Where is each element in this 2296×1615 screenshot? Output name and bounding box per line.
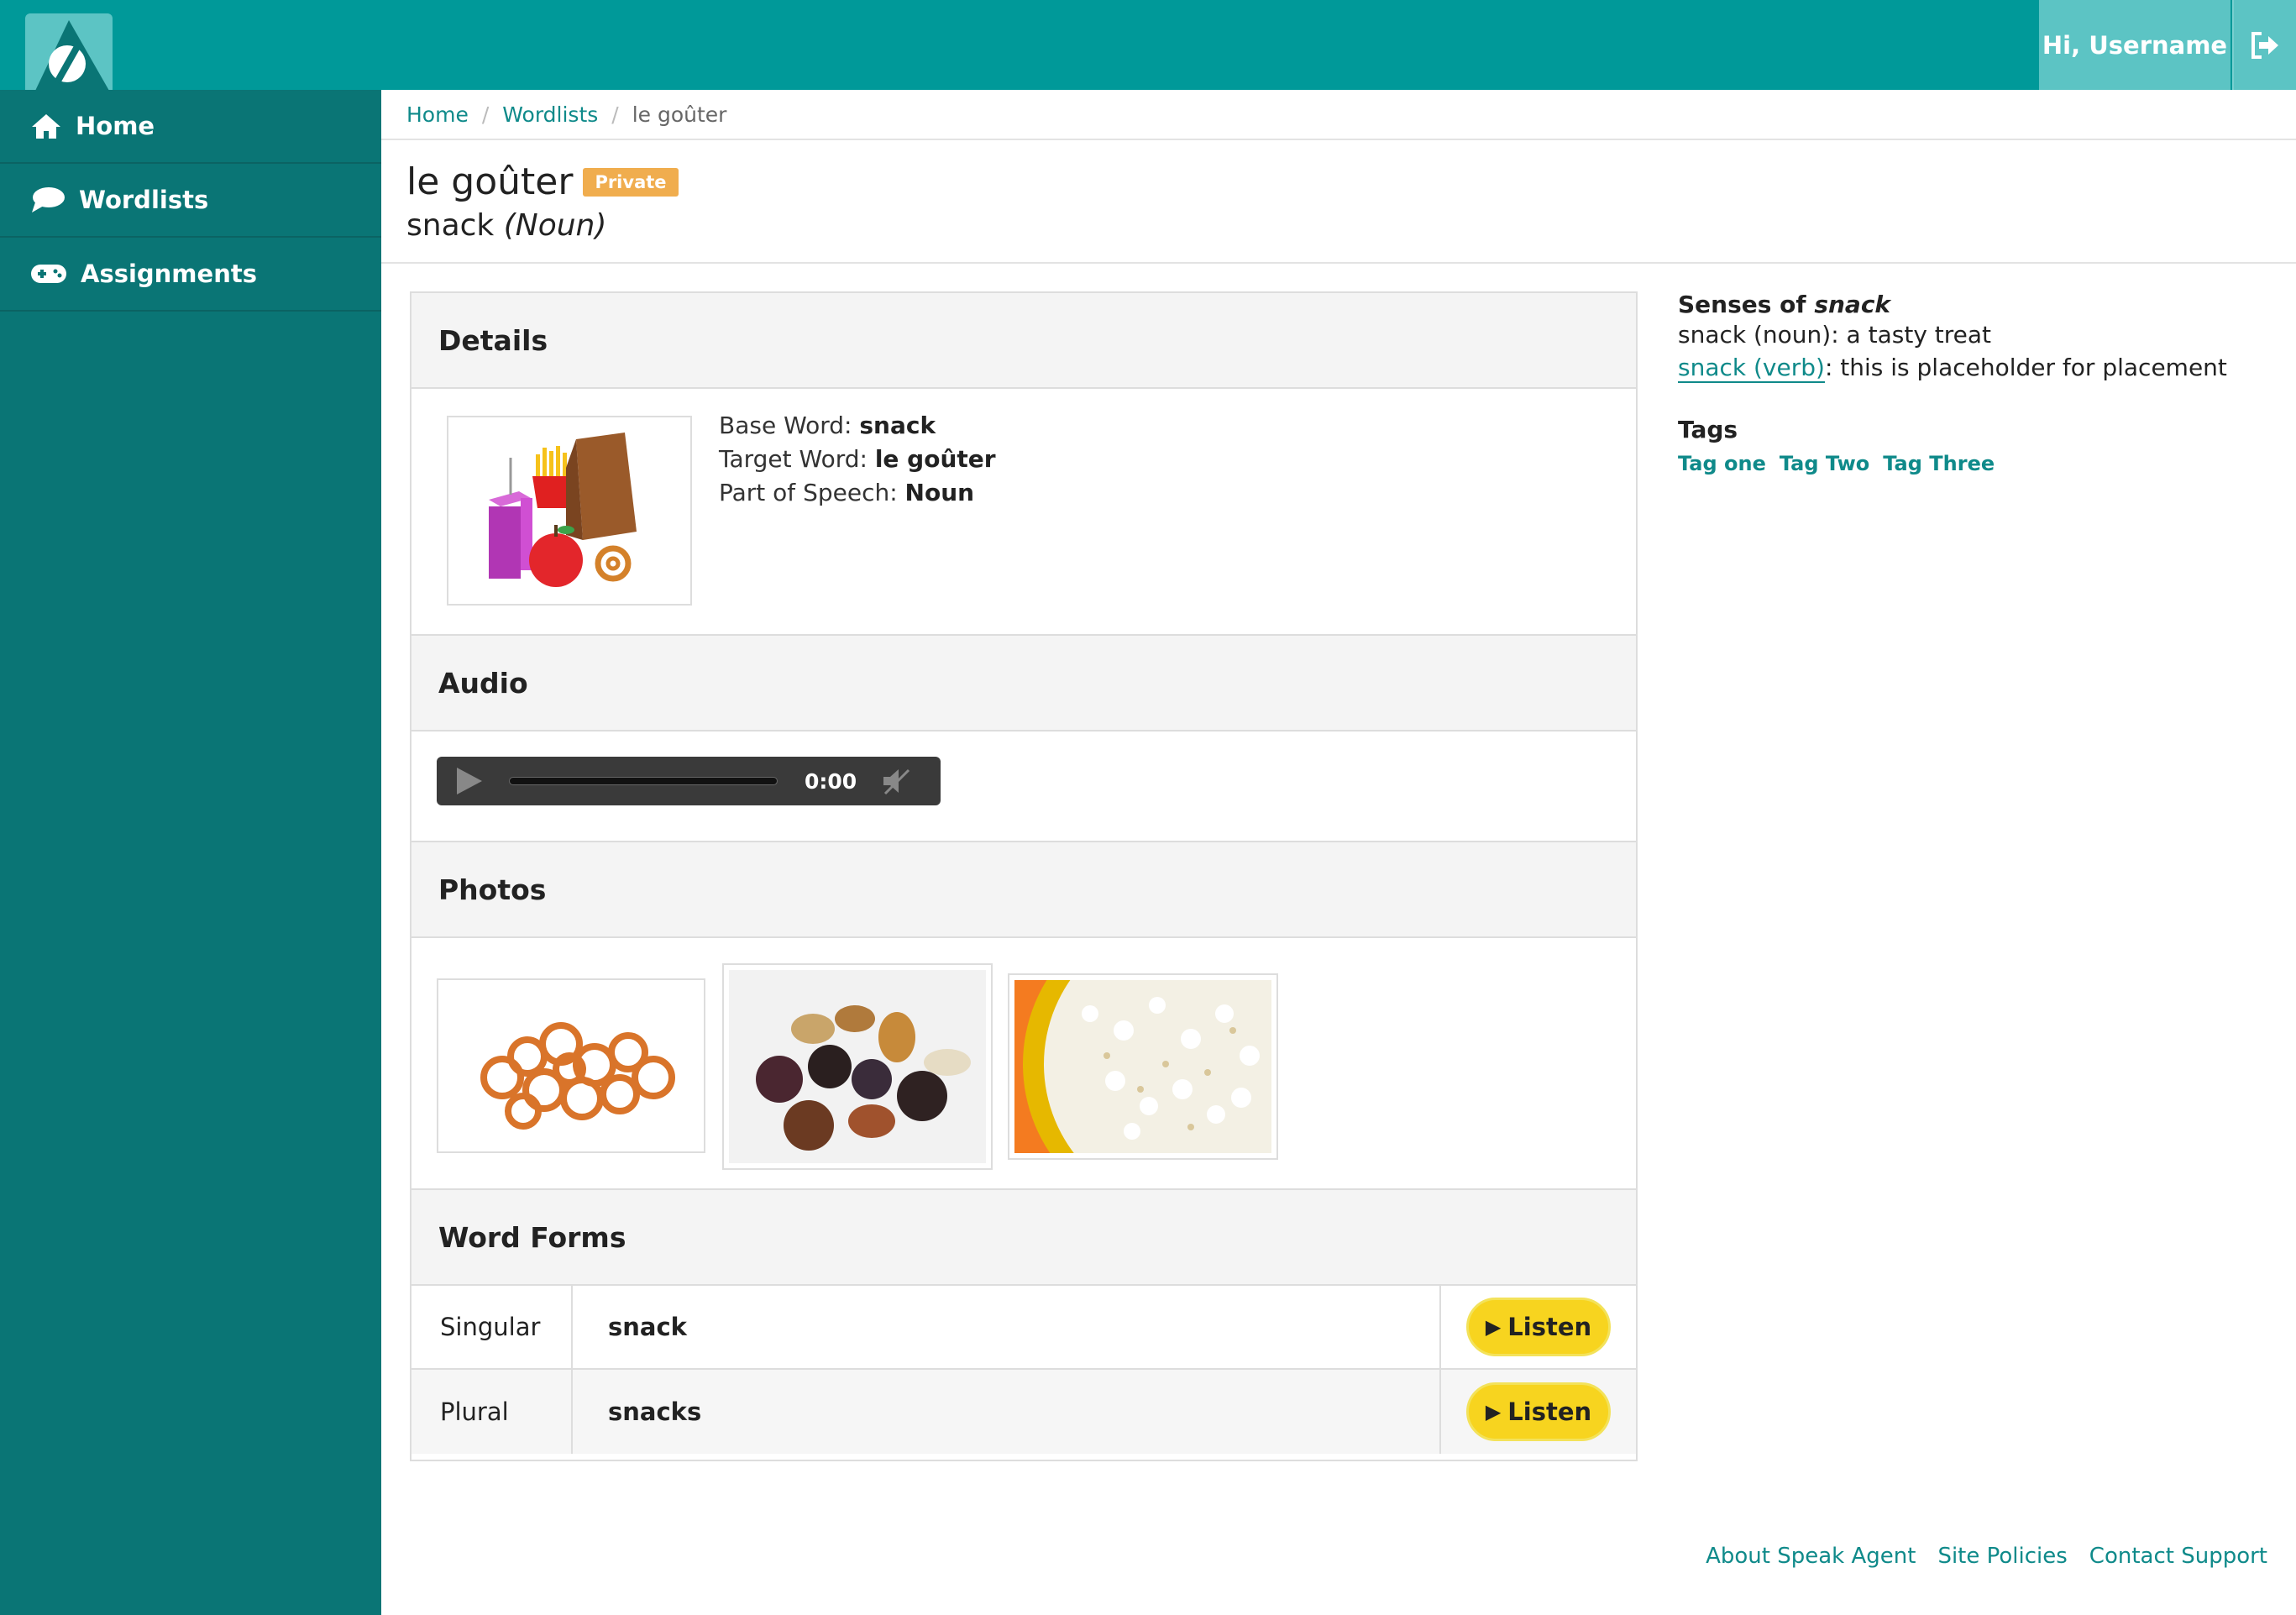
sidebar: Home Wordlists Assignments	[0, 90, 381, 1615]
word-form-value: snack	[573, 1286, 1441, 1368]
sidebar-item-label: Assignments	[81, 260, 257, 288]
word-forms-heading: Word Forms	[438, 1220, 626, 1254]
play-icon: ▶	[1485, 1400, 1502, 1424]
play-icon: ▶	[1485, 1315, 1502, 1339]
table-row: Singular snack ▶ Listen	[411, 1286, 1636, 1370]
base-word-label: Base Word:	[719, 412, 860, 439]
audio-heading: Audio	[438, 666, 528, 700]
top-bar: Hi, Username	[0, 0, 2296, 99]
privacy-badge: Private	[583, 167, 679, 197]
word-form-value: snacks	[573, 1370, 1441, 1454]
senses-heading: Senses of snack	[1678, 291, 2266, 318]
word-form-label: Singular	[411, 1286, 573, 1368]
gamepad-icon	[31, 265, 66, 283]
sense-item: snack (noun): a tasty treat	[1678, 318, 2266, 351]
photo-trail-mix[interactable]	[722, 963, 993, 1170]
listen-button-plural[interactable]: ▶ Listen	[1466, 1382, 1611, 1441]
listen-button-label: Listen	[1507, 1397, 1592, 1426]
target-word-label: Target Word:	[719, 445, 875, 473]
word-detail-panel: Details Base Word: snack Target Word: le…	[410, 291, 1638, 1461]
audio-time: 0:00	[805, 768, 857, 794]
breadcrumb-current: le goûter	[632, 102, 727, 127]
listen-button-label: Listen	[1507, 1313, 1592, 1341]
details-text: Base Word: snack Target Word: le goûter …	[719, 409, 996, 510]
base-word-value: snack	[859, 412, 936, 439]
mute-icon[interactable]	[882, 767, 912, 795]
word-illustration[interactable]	[447, 416, 692, 606]
footer-policies-link[interactable]: Site Policies	[1937, 1544, 2067, 1569]
photos-heading: Photos	[438, 873, 547, 906]
sense-term-link[interactable]: snack (verb)	[1678, 354, 1825, 383]
sense-item: snack (verb): this is placeholder for pl…	[1678, 351, 2266, 384]
speech-bubble-icon	[32, 187, 65, 212]
breadcrumb-wordlists-link[interactable]: Wordlists	[502, 102, 598, 127]
right-column: Senses of snack snack (noun): a tasty tr…	[1678, 291, 2266, 475]
logout-button[interactable]	[2232, 0, 2296, 90]
footer-support-link[interactable]: Contact Support	[2089, 1544, 2267, 1569]
photo-popcorn[interactable]	[1008, 905, 1342, 1224]
tag-link[interactable]: Tag Three	[1883, 452, 1995, 475]
part-of-speech-value: Noun	[904, 479, 975, 506]
table-row: Plural snacks ▶ Listen	[411, 1370, 1636, 1454]
sidebar-item-label: Home	[76, 112, 155, 140]
footer-about-link[interactable]: About Speak Agent	[1706, 1544, 1916, 1569]
home-icon	[32, 114, 60, 139]
senses-heading-prefix: Senses of	[1678, 291, 1815, 318]
tags-heading: Tags	[1678, 416, 1738, 443]
page-header: le goûter Private snack (Noun)	[381, 140, 2296, 264]
subtitle-part-of-speech: (Noun)	[503, 208, 607, 243]
audio-progress-track[interactable]	[509, 777, 778, 785]
details-section-header: Details	[411, 293, 1636, 389]
play-icon[interactable]	[455, 766, 484, 796]
photos-section-body	[411, 905, 1636, 1224]
part-of-speech-label: Part of Speech:	[719, 479, 905, 506]
breadcrumb-separator: /	[611, 102, 619, 127]
details-heading: Details	[438, 323, 548, 357]
tag-list: Tag one Tag Two Tag Three	[1678, 452, 2266, 475]
senses-heading-word: snack	[1814, 291, 1891, 318]
word-form-label: Plural	[411, 1370, 573, 1454]
audio-section-header: Audio	[411, 636, 1636, 731]
breadcrumb: Home / Wordlists / le goûter	[381, 90, 2296, 140]
breadcrumb-home-link[interactable]: Home	[406, 102, 469, 127]
word-forms-section-header: Word Forms	[411, 1190, 1636, 1286]
sidebar-item-home[interactable]: Home	[0, 90, 381, 164]
photo-pretzels[interactable]	[437, 978, 705, 1153]
tag-link[interactable]: Tag one	[1678, 452, 1766, 475]
sense-definition: : this is placeholder for placement	[1824, 354, 2227, 381]
page-title: le goûter	[406, 160, 574, 203]
listen-button-singular[interactable]: ▶ Listen	[1466, 1298, 1611, 1356]
target-word-value: le goûter	[874, 445, 996, 473]
word-forms-table: Singular snack ▶ Listen Plural snacks ▶ …	[411, 1286, 1636, 1454]
tag-link[interactable]: Tag Two	[1780, 452, 1869, 475]
app-logo-icon[interactable]	[25, 13, 126, 102]
subtitle-word: snack	[406, 208, 495, 243]
sidebar-item-assignments[interactable]: Assignments	[0, 238, 381, 312]
sidebar-item-wordlists[interactable]: Wordlists	[0, 164, 381, 238]
sense-term: snack (noun)	[1678, 321, 1832, 349]
user-greeting[interactable]: Hi, Username	[2039, 0, 2230, 90]
sidebar-item-label: Wordlists	[79, 186, 209, 214]
breadcrumb-separator: /	[481, 102, 490, 127]
logout-icon	[2251, 31, 2278, 59]
photos-section-header: Photos	[411, 842, 1636, 938]
audio-section-body: 0:00	[411, 731, 1636, 842]
sense-definition: : a tasty treat	[1831, 321, 1992, 349]
footer: About Speak Agent Site Policies Contact …	[1684, 1544, 2267, 1569]
details-section-body: Base Word: snack Target Word: le goûter …	[411, 389, 1636, 636]
page-subtitle: snack (Noun)	[406, 208, 2296, 243]
audio-player: 0:00	[437, 757, 941, 805]
